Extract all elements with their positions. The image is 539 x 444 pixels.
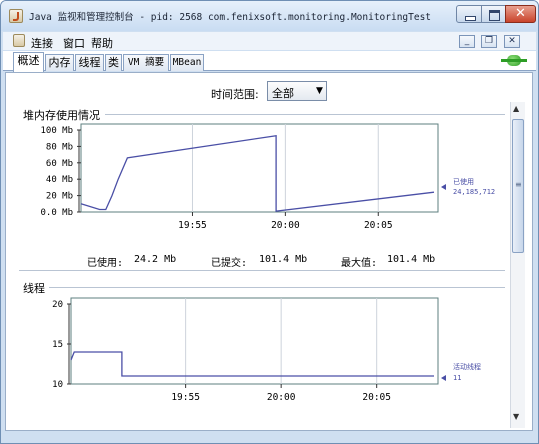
- legend-series-value: 24,185,712: [453, 188, 495, 196]
- x-tick-label: 20:00: [271, 220, 300, 231]
- x-tick-label: 20:05: [364, 220, 393, 231]
- x-tick-label: 20:00: [267, 392, 296, 403]
- y-tick-label: 15: [52, 340, 63, 350]
- y-tick-label: 80 Mb: [46, 142, 73, 152]
- y-tick-label: 10: [52, 380, 63, 390]
- y-tick-label: 20: [52, 300, 63, 310]
- y-tick-label: 0.0 Mb: [40, 208, 73, 218]
- charts-layer: 19:55 20:00 20:05 0.0 Mb 20 Mb 40 Mb 60 Mb 80 M…: [40, 123, 495, 403]
- y-tick-label: 40 Mb: [46, 175, 73, 185]
- legend-series-name: 活动线程: [453, 362, 481, 371]
- y-tick-label: 100 Mb: [40, 126, 73, 136]
- x-tick-label: 19:55: [178, 220, 207, 231]
- main-window: Java 监视和管理控制台 - pid: 2568 com.fenixsoft.…: [0, 0, 539, 444]
- series-line: [80, 134, 435, 212]
- legend-marker: [441, 375, 446, 381]
- y-tick-label: 20 Mb: [46, 192, 73, 202]
- legend-marker: [441, 184, 446, 190]
- x-tick-label: 19:55: [171, 392, 200, 403]
- bottom-edge: [1, 431, 538, 443]
- legend-series-name: 已使用: [453, 177, 474, 186]
- y-tick-label: 60 Mb: [46, 159, 73, 169]
- x-tick-label: 20:05: [362, 392, 391, 403]
- plot-frame: [70, 297, 439, 385]
- legend-series-value: 11: [453, 374, 461, 382]
- series-line: [70, 351, 434, 377]
